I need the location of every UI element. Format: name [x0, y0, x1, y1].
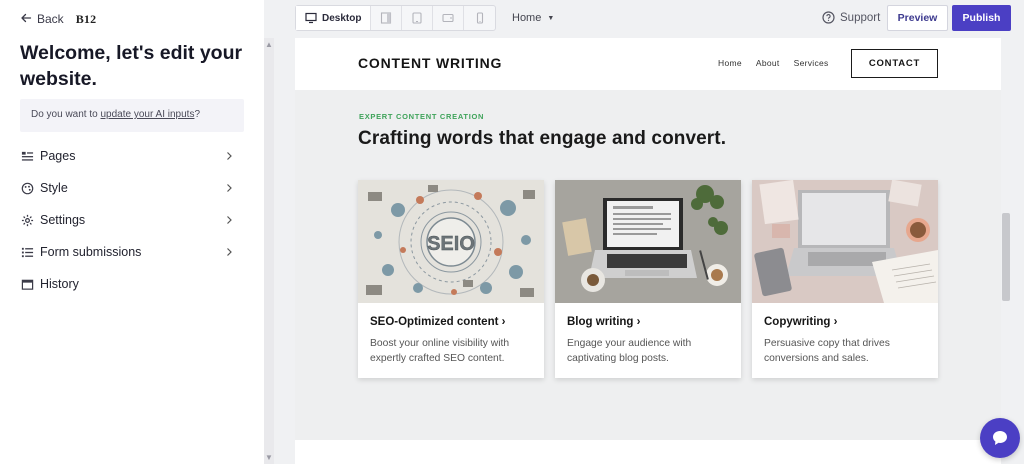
sidebar-item-history[interactable]: History — [20, 268, 240, 300]
ai-prompt-prefix: Do you want to — [31, 109, 101, 120]
device-tablet-button[interactable] — [402, 6, 434, 30]
sidebar-item-settings[interactable]: Settings — [20, 204, 240, 236]
brand-logo: B12 — [75, 11, 97, 26]
service-card-copywriting[interactable]: Copywriting › Persuasive copy that drive… — [752, 180, 938, 378]
editor-toolbar: Desktop Home ▼ Support Preview Publish — [274, 0, 1024, 38]
chat-icon — [993, 431, 1007, 445]
device-switcher: Desktop — [295, 5, 497, 31]
card-description: Persuasive copy that drives conversions … — [764, 338, 890, 364]
site-nav-services[interactable]: Services — [794, 58, 829, 68]
device-mobile-button[interactable] — [464, 6, 495, 30]
desktop-icon — [305, 12, 317, 24]
chevron-right-icon — [227, 184, 232, 192]
laptop-desk-image — [555, 180, 741, 303]
scroll-up-icon[interactable]: ▲ — [265, 40, 273, 49]
support-link[interactable]: Support — [822, 11, 880, 24]
sidebar-item-style[interactable]: Style — [20, 172, 240, 204]
support-label: Support — [840, 11, 881, 24]
gear-icon — [20, 213, 34, 227]
chat-support-button[interactable] — [980, 418, 1020, 458]
site-contact-button[interactable]: CONTACT — [851, 49, 938, 78]
mobile-icon — [476, 12, 484, 24]
website-preview-canvas[interactable]: CONTENT WRITING Home About Services CONT… — [295, 38, 1001, 464]
device-tablet-portrait-button[interactable] — [371, 6, 403, 30]
sidebar-item-pages[interactable]: Pages — [20, 140, 240, 172]
card-title: Blog writing › — [567, 316, 641, 328]
back-label: Back — [37, 12, 64, 26]
tablet-portrait-icon — [381, 12, 392, 24]
scrollbar-thumb[interactable] — [1002, 213, 1010, 301]
site-logo[interactable]: CONTENT WRITING — [358, 55, 502, 71]
back-button[interactable]: Back — [20, 12, 64, 27]
arrow-left-icon — [20, 12, 32, 27]
pages-icon — [20, 149, 34, 163]
tablet-icon — [412, 12, 423, 24]
sidebar-scrollbar[interactable]: ▲ ▼ — [264, 38, 274, 464]
site-nav: Home About Services — [718, 58, 829, 68]
tablet-landscape-icon — [442, 13, 455, 23]
ai-inputs-prompt: Do you want to update your AI inputs? — [20, 99, 244, 132]
card-title: Copywriting › — [764, 316, 838, 328]
sidebar-top-row: Back B12 — [20, 11, 96, 27]
next-section — [295, 440, 1001, 464]
update-ai-inputs-link[interactable]: update your AI inputs — [100, 109, 194, 120]
card-description: Boost your online visibility with expert… — [370, 338, 510, 364]
site-nav-about[interactable]: About — [756, 58, 780, 68]
device-tablet-landscape-button[interactable] — [433, 6, 465, 30]
sidebar: Back B12 Welcome, let's edit your websit… — [0, 0, 264, 464]
ai-prompt-suffix: ? — [194, 109, 201, 120]
sidebar-item-label: Style — [40, 181, 68, 195]
list-icon — [20, 245, 34, 259]
canvas-scrollbar[interactable] — [1001, 38, 1011, 464]
chevron-right-icon — [227, 248, 232, 256]
sidebar-item-label: History — [40, 277, 79, 291]
seo-collage-image: SEIO — [358, 180, 544, 303]
sidebar-item-label: Pages — [40, 149, 76, 163]
sidebar-item-label: Settings — [40, 213, 86, 227]
card-title: SEO-Optimized content › — [370, 316, 506, 328]
sidebar-menu: Pages Style Settings Form submissions Hi… — [20, 140, 240, 300]
seo-image-text: SEIO — [427, 233, 475, 255]
device-desktop-label: Desktop — [322, 12, 362, 24]
pink-desk-image — [752, 180, 938, 303]
scroll-down-icon[interactable]: ▼ — [265, 453, 273, 462]
palette-icon — [20, 181, 34, 195]
welcome-heading: Welcome, let's edit your website. — [20, 42, 243, 90]
service-card-seo[interactable]: SEIO SEO-Optimized content › Boost your … — [358, 180, 544, 378]
page-select-value: Home — [512, 12, 542, 24]
card-description: Engage your audience with captivating bl… — [567, 338, 692, 364]
publish-button[interactable]: Publish — [952, 5, 1011, 31]
site-header: CONTENT WRITING Home About Services CONT… — [295, 38, 1001, 90]
sidebar-item-form-submissions[interactable]: Form submissions — [20, 236, 240, 268]
sidebar-item-label: Form submissions — [40, 245, 142, 259]
help-circle-icon — [822, 11, 835, 24]
section-headline: Crafting words that engage and convert. — [358, 128, 727, 149]
section-eyebrow: EXPERT CONTENT CREATION — [359, 112, 485, 121]
site-nav-home[interactable]: Home — [718, 58, 742, 68]
page-select-dropdown[interactable]: Home ▼ — [512, 12, 554, 24]
calendar-icon — [20, 277, 34, 291]
device-desktop-button[interactable]: Desktop — [296, 6, 372, 30]
caret-down-icon: ▼ — [547, 14, 555, 22]
chevron-right-icon — [227, 216, 232, 224]
service-card-blog[interactable]: Blog writing › Engage your audience with… — [555, 180, 741, 378]
chevron-right-icon — [227, 152, 232, 160]
preview-button[interactable]: Preview — [887, 5, 948, 31]
